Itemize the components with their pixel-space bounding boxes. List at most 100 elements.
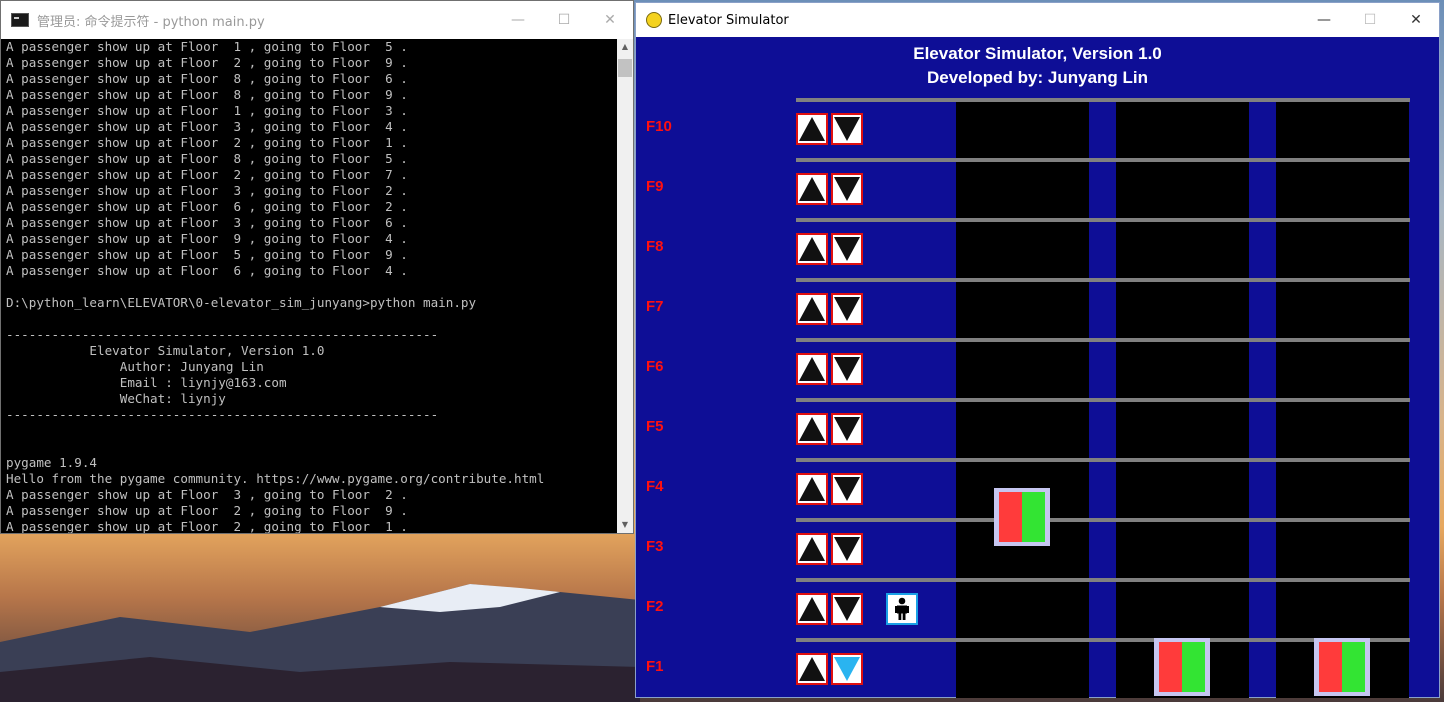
console-line: Hello from the pygame community. https:/… [6,471,545,486]
call-up-button-f9[interactable] [796,173,828,205]
call-up-button-f7[interactable] [796,293,828,325]
maximize-button[interactable]: ☐ [1347,3,1393,37]
scroll-up-icon[interactable]: ▲ [617,39,633,55]
arrow-up-icon [799,537,825,561]
arrow-down-icon [834,117,860,141]
call-down-button-f5[interactable] [831,413,863,445]
call-up-button-f5[interactable] [796,413,828,445]
cmd-icon [11,13,29,27]
call-up-button-f4[interactable] [796,473,828,505]
floor-divider [796,158,1410,162]
console-line: A passenger show up at Floor 2 , going t… [6,503,408,518]
arrow-up-icon [799,297,825,321]
console-line: A passenger show up at Floor 1 , going t… [6,103,408,118]
call-down-button-f3[interactable] [831,533,863,565]
arrow-down-icon [834,657,860,681]
console-line: Elevator Simulator, Version 1.0 [6,343,325,358]
scroll-down-icon[interactable]: ▼ [617,517,633,533]
arrow-up-icon [799,117,825,141]
console-line: D:\python_learn\ELEVATOR\0-elevator_sim_… [6,295,477,310]
scroll-thumb[interactable] [618,59,632,77]
console-line: Email : liynjy@163.com [6,375,287,390]
call-down-button-f6[interactable] [831,353,863,385]
console-line: pygame 1.9.4 [6,455,97,470]
close-button[interactable]: ✕ [1393,3,1439,37]
minimize-button[interactable]: — [1301,3,1347,37]
console-line: A passenger show up at Floor 8 , going t… [6,151,408,166]
console-line: ----------------------------------------… [6,407,439,422]
close-button[interactable]: ✕ [587,1,633,39]
call-up-button-f8[interactable] [796,233,828,265]
console-line: A passenger show up at Floor 9 , going t… [6,231,408,246]
floor-divider [796,278,1410,282]
person-icon [895,597,909,620]
car-door-right [1022,492,1045,542]
call-down-button-f8[interactable] [831,233,863,265]
floor-label-f2: F2 [646,598,664,615]
floor-label-f7: F7 [646,298,664,315]
console-output[interactable]: A passenger show up at Floor 1 , going t… [1,39,617,533]
arrow-down-icon [834,477,860,501]
console-line: ----------------------------------------… [6,327,439,342]
console-line: A passenger show up at Floor 8 , going t… [6,87,408,102]
elevator-window-title: Elevator Simulator [668,12,789,28]
console-line: A passenger show up at Floor 3 , going t… [6,215,408,230]
call-down-button-f1[interactable] [831,653,863,685]
console-window[interactable]: 管理员: 命令提示符 - python main.py — ☐ ✕ A pass… [0,0,634,534]
floor-label-f8: F8 [646,238,664,255]
call-down-button-f9[interactable] [831,173,863,205]
console-line: A passenger show up at Floor 8 , going t… [6,71,408,86]
sim-subheading: Developed by: Junyang Lin [926,68,1149,87]
maximize-button[interactable]: ☐ [541,1,587,39]
call-up-button-f2[interactable] [796,593,828,625]
console-line: A passenger show up at Floor 6 , going t… [6,263,408,278]
call-up-button-f10[interactable] [796,113,828,145]
console-scrollbar[interactable]: ▲ ▼ [617,39,633,533]
arrow-up-icon [799,237,825,261]
console-line: Author: Junyang Lin [6,359,264,374]
arrow-up-icon [799,357,825,381]
elevator-window[interactable]: Elevator Simulator — ☐ ✕ Elevator Simula… [635,2,1440,698]
arrow-up-icon [799,597,825,621]
console-titlebar[interactable]: 管理员: 命令提示符 - python main.py — ☐ ✕ [1,1,633,39]
arrow-down-icon [834,237,860,261]
floor-divider [796,218,1410,222]
arrow-up-icon [799,477,825,501]
floor-divider [796,518,1410,522]
elevator-car-1 [994,488,1050,546]
console-line: A passenger show up at Floor 3 , going t… [6,487,408,502]
arrow-down-icon [834,417,860,441]
call-down-button-f10[interactable] [831,113,863,145]
arrow-down-icon [834,177,860,201]
desktop-wallpaper [0,584,640,702]
pygame-icon [646,12,662,28]
car-door-left [1159,642,1182,692]
call-up-button-f6[interactable] [796,353,828,385]
floor-divider [796,338,1410,342]
floor-divider [796,398,1410,402]
call-up-button-f3[interactable] [796,533,828,565]
console-line: A passenger show up at Floor 3 , going t… [6,183,408,198]
console-line: WeChat: liynjy [6,391,226,406]
call-up-button-f1[interactable] [796,653,828,685]
floor-label-f1: F1 [646,658,664,675]
call-down-button-f4[interactable] [831,473,863,505]
arrow-up-icon [799,657,825,681]
floor-divider [796,98,1410,102]
minimize-button[interactable]: — [495,1,541,39]
elevator-car-2 [1154,638,1210,696]
elevator-titlebar[interactable]: Elevator Simulator — ☐ ✕ [636,3,1439,37]
floor-divider [796,578,1410,582]
sim-heading: Elevator Simulator, Version 1.0 [913,44,1162,63]
arrow-up-icon [799,177,825,201]
elevator-car-3 [1314,638,1370,696]
console-line: A passenger show up at Floor 2 , going t… [6,135,408,150]
arrow-up-icon [799,417,825,441]
call-down-button-f2[interactable] [831,593,863,625]
floor-label-f5: F5 [646,418,664,435]
call-down-button-f7[interactable] [831,293,863,325]
console-line: A passenger show up at Floor 1 , going t… [6,39,408,54]
simulation-canvas[interactable]: Elevator Simulator, Version 1.0 Develope… [636,37,1439,698]
